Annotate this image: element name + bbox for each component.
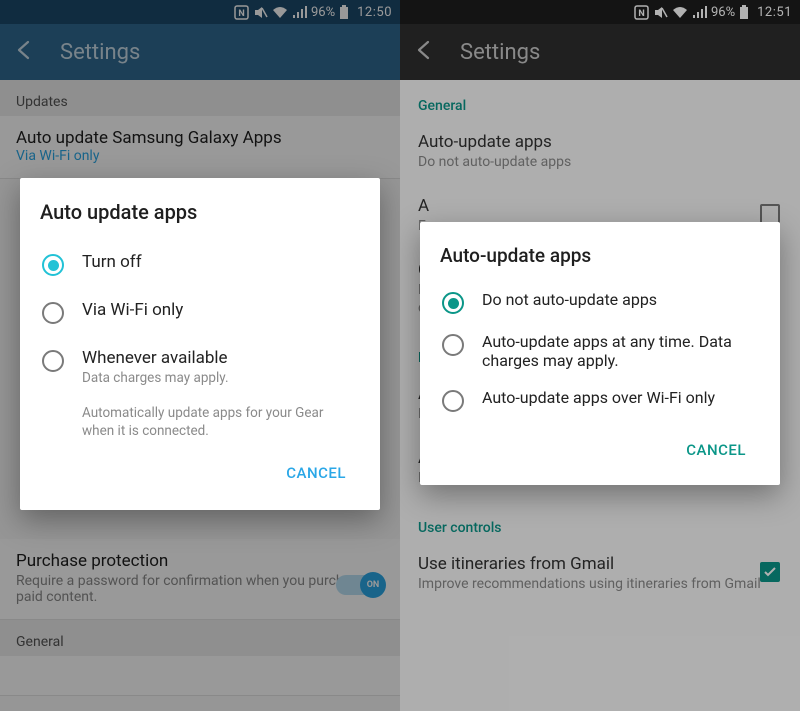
dialog-hint: Automatically update apps for your Gear … xyxy=(40,398,360,444)
phone-left-screenshot: N 96% 12:50 Settings Updates Auto update… xyxy=(0,0,400,711)
radio-option-do-not-auto-update[interactable]: Do not auto-update apps xyxy=(440,281,760,323)
cancel-button[interactable]: CANCEL xyxy=(278,454,354,492)
radio-icon xyxy=(42,254,64,276)
radio-icon xyxy=(42,350,64,372)
radio-label: Via Wi-Fi only xyxy=(82,300,183,320)
radio-label: Turn off xyxy=(82,252,142,272)
cancel-button[interactable]: CANCEL xyxy=(678,431,754,469)
dialog-auto-update-apps: Auto-update apps Do not auto-update apps… xyxy=(420,222,780,485)
radio-label: Do not auto-update apps xyxy=(482,290,657,309)
radio-option-wifi-only[interactable]: Auto-update apps over Wi-Fi only xyxy=(440,379,760,421)
phone-right-screenshot: N 96% 12:51 Settings General Auto-update… xyxy=(400,0,800,711)
dialog-title: Auto-update apps xyxy=(440,244,760,267)
dialog-auto-update-apps: Auto update apps Turn off Via Wi-Fi only… xyxy=(20,178,380,510)
dialog-title: Auto update apps xyxy=(40,200,360,224)
radio-label: Auto-update apps at any time. Data charg… xyxy=(482,332,758,370)
radio-label: Auto-update apps over Wi-Fi only xyxy=(482,388,715,407)
radio-icon xyxy=(42,302,64,324)
radio-option-turn-off[interactable]: Turn off xyxy=(40,240,360,288)
radio-option-wifi-only[interactable]: Via Wi-Fi only xyxy=(40,288,360,336)
radio-icon xyxy=(442,292,464,314)
dialog-actions: CANCEL xyxy=(440,421,760,477)
radio-label: Whenever available xyxy=(82,348,229,368)
radio-option-any-time[interactable]: Auto-update apps at any time. Data charg… xyxy=(440,323,760,379)
dialog-actions: CANCEL xyxy=(40,444,360,500)
radio-icon xyxy=(442,390,464,412)
radio-icon xyxy=(442,334,464,356)
radio-option-whenever-available[interactable]: Whenever available Data charges may appl… xyxy=(40,336,360,398)
radio-sublabel: Data charges may apply. xyxy=(82,370,229,386)
